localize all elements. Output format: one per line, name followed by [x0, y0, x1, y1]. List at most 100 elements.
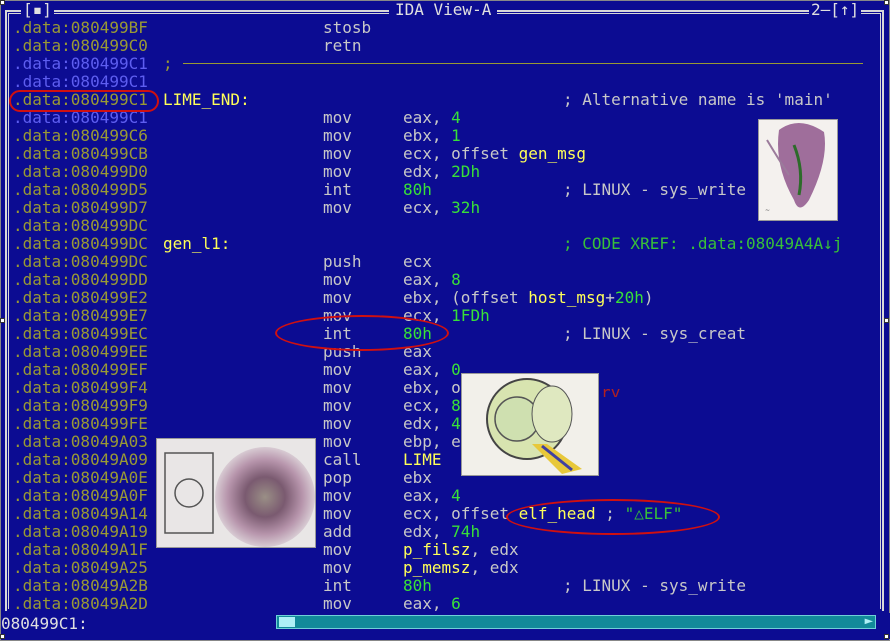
line-operand[interactable]: p_memsz, edx: [403, 559, 519, 577]
line-comment: ; Alternative name is 'main': [563, 90, 833, 109]
line-address[interactable]: .data:080499E7: [13, 307, 148, 325]
horizontal-scrollbar[interactable]: ►: [276, 613, 876, 629]
line-address[interactable]: .data:080499C6: [13, 127, 148, 145]
line-operand[interactable]: 80h: [403, 181, 432, 199]
line-operand[interactable]: ebp, e: [403, 433, 461, 451]
line-address[interactable]: .data:08049A09: [13, 451, 148, 469]
eye-sketch-image: [486, 378, 582, 474]
line-address[interactable]: .data:080499D7: [13, 199, 148, 217]
line-address[interactable]: .data:080499CB: [13, 145, 148, 163]
annotation-ring-address: [9, 90, 159, 112]
line-address[interactable]: .data:080499C1: [13, 73, 148, 91]
line-operand[interactable]: edx, 74h: [403, 523, 480, 541]
line-address[interactable]: .data:080499DD: [13, 271, 148, 289]
line-operand[interactable]: p_filsz, edx: [403, 541, 519, 559]
line-operand[interactable]: edx, 2Dh: [403, 163, 480, 181]
line-address[interactable]: .data:080499E2: [13, 289, 148, 307]
line-address[interactable]: .data:08049A2D: [13, 595, 148, 613]
line-operand[interactable]: 80h: [403, 577, 432, 595]
line-operand[interactable]: ebx, (offset host_msg+20h): [403, 289, 653, 307]
line-mnemonic: mov: [323, 486, 352, 505]
scrollbar-thumb[interactable]: [279, 617, 295, 627]
line-mnemonic: mov: [323, 414, 352, 433]
line-mnemonic: mov: [323, 162, 352, 181]
line-comment: ; CODE XREF: .data:08049A4A↓j: [563, 234, 843, 253]
anatomy-sketch-photo: ~: [758, 119, 838, 221]
close-box[interactable]: [▪]: [21, 1, 54, 19]
line-address[interactable]: .data:080499D0: [13, 163, 148, 181]
line-mnemonic: mov: [323, 270, 352, 289]
line-address[interactable]: .data:080499DC: [13, 217, 148, 235]
line-address[interactable]: .data:08049A25: [13, 559, 148, 577]
line-address[interactable]: .data:08049A0F: [13, 487, 148, 505]
line-operand[interactable]: ebx, 1: [403, 127, 461, 145]
line-mnemonic: int: [323, 180, 352, 199]
line-operand[interactable]: ecx, offset gen_msg: [403, 145, 586, 163]
line-mnemonic: mov: [323, 288, 352, 307]
resize-handle-br[interactable]: [884, 634, 889, 639]
line-address[interactable]: .data:080499C1: [13, 55, 148, 73]
line-address[interactable]: .data:080499FE: [13, 415, 148, 433]
line-address[interactable]: .data:080499EF: [13, 361, 148, 379]
line-address[interactable]: .data:080499BF: [13, 19, 148, 37]
resize-handle-bl[interactable]: [0, 634, 5, 639]
line-address[interactable]: .data:08049A14: [13, 505, 148, 523]
line-mnemonic: mov: [323, 594, 352, 613]
resize-handle-ml[interactable]: [0, 318, 5, 323]
line-mnemonic: add: [323, 522, 352, 541]
resize-handle-mr[interactable]: [884, 318, 889, 323]
line-address[interactable]: .data:080499D5: [13, 181, 148, 199]
line-address[interactable]: .data:080499DC: [13, 235, 148, 253]
line-operand[interactable]: ecx: [403, 253, 432, 271]
line-mnemonic: mov: [323, 378, 352, 397]
line-operand[interactable]: edx, 4: [403, 415, 461, 433]
line-address[interactable]: .data:08049A03: [13, 433, 148, 451]
line-address[interactable]: .data:080499EC: [13, 325, 148, 343]
line-address[interactable]: .data:080499F4: [13, 379, 148, 397]
line-mnemonic: mov: [323, 144, 352, 163]
line-mnemonic: int: [323, 576, 352, 595]
line-mnemonic: mov: [323, 558, 352, 577]
resize-handle-tl[interactable]: [0, 0, 5, 5]
line-operand[interactable]: eax, 0: [403, 361, 461, 379]
disc-drawing-image: [164, 447, 315, 547]
line-mnemonic: retn: [323, 36, 362, 55]
line-label[interactable]: LIME_END:: [163, 91, 250, 109]
line-address[interactable]: .data:08049A2B: [13, 577, 148, 595]
line-operand[interactable]: eax, 8: [403, 271, 461, 289]
line-operand[interactable]: ecx, 32h: [403, 199, 480, 217]
disc-drawing-photo: [156, 438, 316, 548]
line-address[interactable]: .data:080499DC: [13, 253, 148, 271]
scroll-right-arrow-icon[interactable]: ►: [865, 613, 873, 629]
line-address[interactable]: .data:080499EE: [13, 343, 148, 361]
resize-handle-tr[interactable]: [884, 0, 889, 5]
line-operand[interactable]: ebx, o: [403, 379, 461, 397]
line-mnemonic: mov: [323, 396, 352, 415]
line-comment: ; LINUX - sys_write: [563, 180, 747, 199]
anatomy-sketch-image: ~: [765, 122, 825, 214]
line-mnemonic: mov: [323, 504, 352, 523]
line-operand[interactable]: LIME: [403, 451, 442, 469]
line-operand[interactable]: ecx, 8: [403, 397, 461, 415]
line-mnemonic: push: [323, 252, 362, 271]
line-address[interactable]: .data:08049A1F: [13, 541, 148, 559]
line-label[interactable]: gen_l1:: [163, 235, 230, 253]
line-address[interactable]: .data:080499C0: [13, 37, 148, 55]
line-mnemonic: mov: [323, 540, 352, 559]
window-number[interactable]: 2–[↑]: [809, 1, 862, 19]
line-mnemonic: mov: [323, 108, 352, 127]
line-operand[interactable]: eax, 4: [403, 109, 461, 127]
line-operand[interactable]: eax, 6: [403, 595, 461, 613]
line-comment: ; LINUX - sys_creat: [563, 324, 747, 343]
line-label[interactable]: ;: [163, 55, 173, 73]
line-address[interactable]: .data:08049A0E: [13, 469, 148, 487]
status-address: 080499C1:: [1, 614, 88, 633]
line-mnemonic: mov: [323, 360, 352, 379]
eye-sketch-photo: [461, 373, 599, 476]
annotation-ring-elf-head: [506, 499, 720, 535]
line-operand[interactable]: eax, 4: [403, 487, 461, 505]
line-address[interactable]: .data:08049A19: [13, 523, 148, 541]
line-operand[interactable]: ebx: [403, 469, 432, 487]
line-address[interactable]: .data:080499F9: [13, 397, 148, 415]
window-title: IDA View-A: [389, 1, 498, 19]
